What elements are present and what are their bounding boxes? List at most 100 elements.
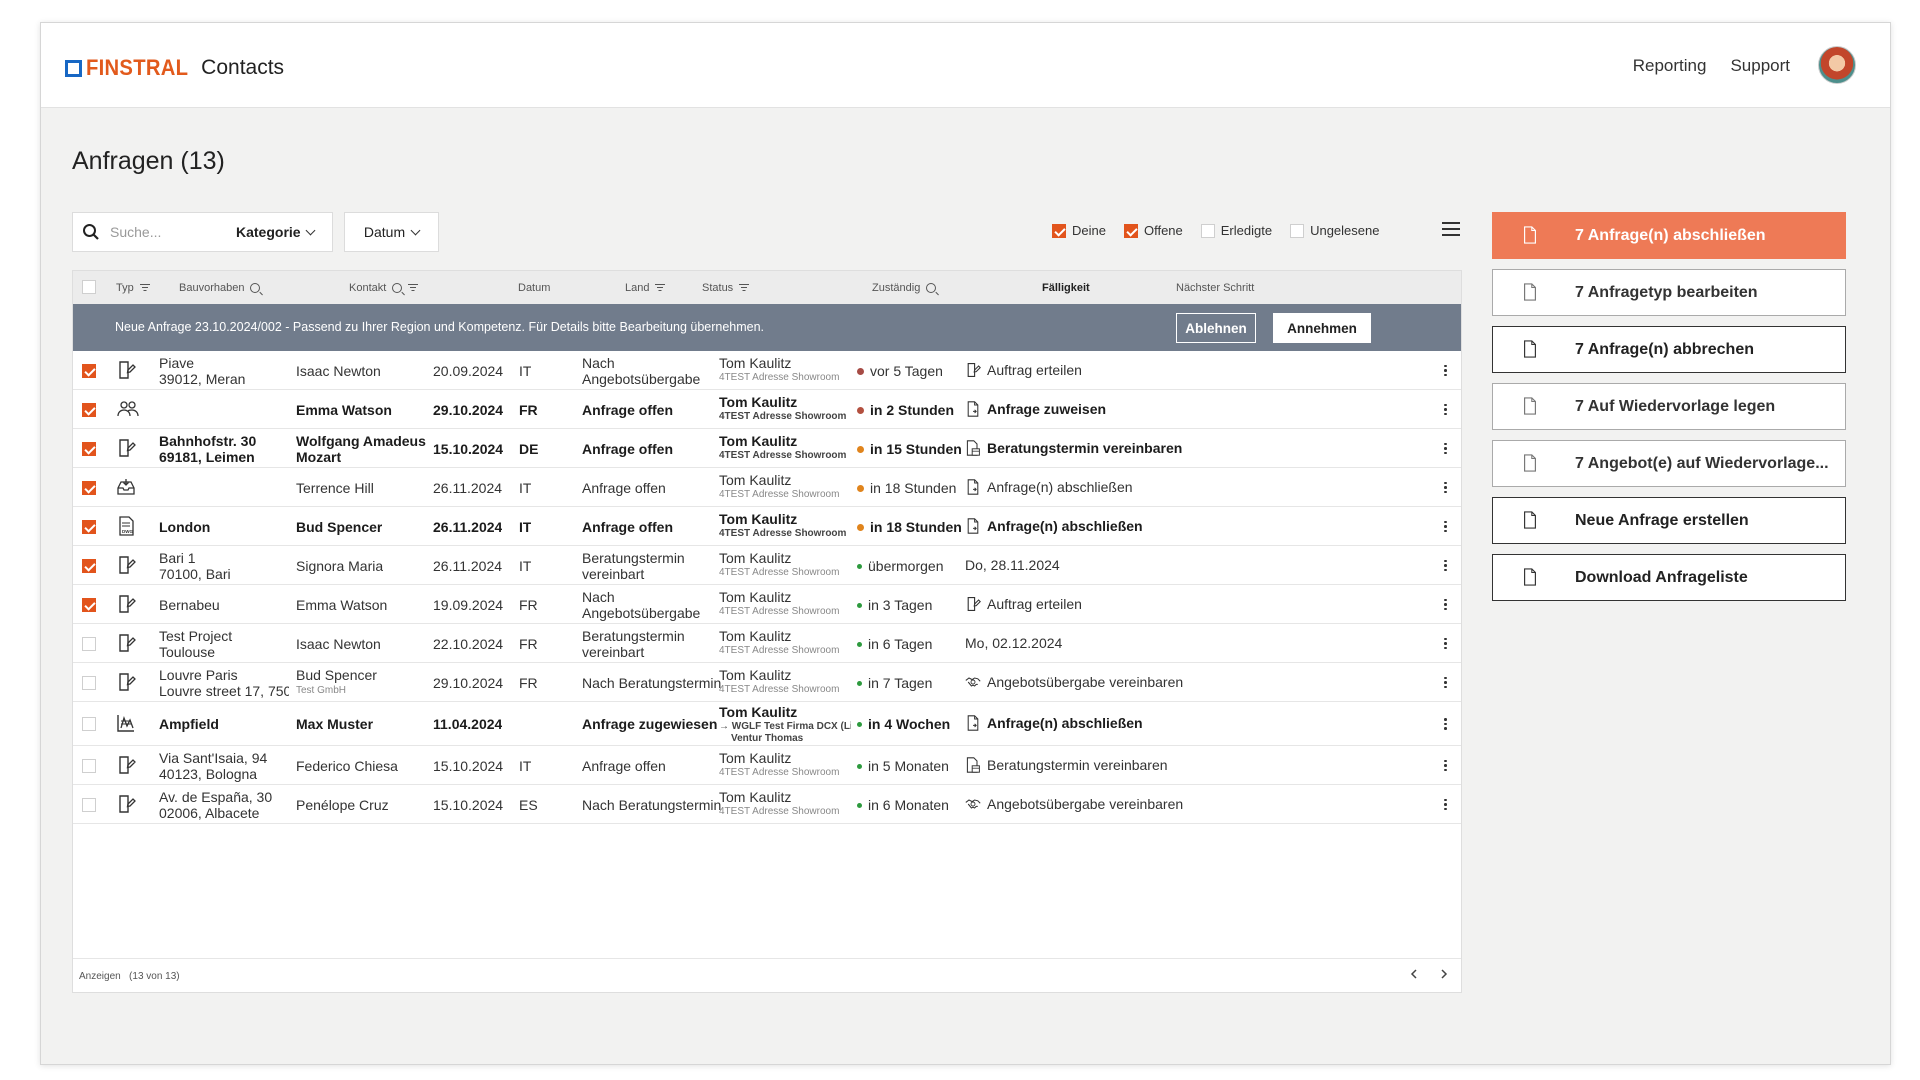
action-button-5[interactable]: 7 Angebot(e) auf Wiedervorlage... bbox=[1492, 440, 1846, 487]
table-row[interactable]: Emma Watson 29.10.2024 FR Anfrage offen Tom … bbox=[73, 390, 1461, 429]
next-step-cell[interactable]: Auftrag erteilen bbox=[965, 596, 1082, 612]
status-line2: vereinbart bbox=[582, 643, 645, 660]
due-status-dot bbox=[857, 367, 864, 375]
table-row[interactable]: Ampfield Max Muster 11.04.2024 Anfrage zuge… bbox=[73, 702, 1461, 746]
next-step-cell[interactable]: Anfrage(n) abschließen bbox=[965, 518, 1143, 534]
action-button-1[interactable]: 7 Anfrage(n) abschließen bbox=[1492, 212, 1846, 259]
table-row[interactable]: Av. de España, 30 02006, Albacete Penélope… bbox=[73, 785, 1461, 824]
col-status[interactable]: Status bbox=[702, 282, 750, 294]
table-row[interactable]: DWG London Bud Spencer 26.11.2024 IT Anfrage … bbox=[73, 507, 1461, 546]
doc-calendar-icon bbox=[965, 439, 981, 456]
more-options-icon[interactable] bbox=[1444, 403, 1447, 418]
next-step-cell[interactable]: Anfrage(n) abschließen bbox=[965, 715, 1143, 731]
more-options-icon[interactable] bbox=[1444, 481, 1447, 496]
more-options-icon[interactable] bbox=[1444, 598, 1447, 613]
filter-checkbox[interactable] bbox=[1052, 223, 1066, 238]
decline-button[interactable]: Ablehnen bbox=[1176, 313, 1256, 343]
next-step-cell[interactable]: Anfrage(n) abschließen bbox=[965, 479, 1133, 495]
col-faelligkeit[interactable]: Fälligkeit bbox=[1042, 282, 1090, 294]
date-cell: 19.09.2024 bbox=[433, 596, 504, 613]
action-button-7[interactable]: Download Anfrageliste bbox=[1492, 554, 1846, 601]
table-row[interactable]: Bernabeu Emma Watson 19.09.2024 FR Nach Angeb… bbox=[73, 585, 1461, 624]
more-options-icon[interactable] bbox=[1444, 442, 1447, 457]
search-input[interactable] bbox=[110, 224, 230, 240]
row-checkbox[interactable] bbox=[82, 441, 96, 456]
col-typ[interactable]: Typ bbox=[116, 282, 150, 294]
logo-mark bbox=[65, 59, 82, 77]
col-zustaendig[interactable]: Zuständig bbox=[872, 282, 937, 294]
filter-checkbox[interactable] bbox=[1290, 223, 1305, 238]
next-step-cell[interactable]: Anfrage zuweisen bbox=[965, 401, 1106, 417]
country-cell: DE bbox=[519, 440, 539, 457]
owner-cell: Tom Kaulitz 4TEST Adresse Showroom bbox=[719, 473, 851, 501]
select-all-checkbox[interactable] bbox=[82, 280, 96, 294]
row-checkbox[interactable] bbox=[82, 558, 96, 573]
col-bauvorhaben[interactable]: Bauvorhaben bbox=[179, 282, 261, 294]
owner-name: Tom Kaulitz bbox=[719, 789, 792, 805]
filter-checkbox[interactable] bbox=[1200, 223, 1215, 238]
row-checkbox[interactable] bbox=[82, 402, 96, 417]
more-options-icon[interactable] bbox=[1444, 798, 1447, 813]
row-checkbox[interactable] bbox=[82, 758, 96, 773]
row-checkbox[interactable] bbox=[82, 363, 96, 378]
row-checkbox[interactable] bbox=[82, 675, 96, 690]
next-step-cell[interactable]: Angebotsübergabe vereinbaren bbox=[965, 796, 1183, 812]
action-button-2[interactable]: 7 Anfragetyp bearbeiten bbox=[1492, 269, 1846, 316]
col-kontakt[interactable]: Kontakt bbox=[349, 282, 419, 294]
table-row[interactable]: Louvre Paris Louvre street 17, 750... Bud … bbox=[73, 663, 1461, 702]
next-step-cell[interactable]: Angebotsübergabe vereinbaren bbox=[965, 674, 1183, 690]
owner-location: 4TEST Adresse Showroom bbox=[719, 805, 840, 817]
country-cell: IT bbox=[519, 757, 532, 774]
next-step-cell[interactable]: Mo, 02.12.2024 bbox=[965, 635, 1062, 651]
action-button-3[interactable]: 7 Anfrage(n) abbrechen bbox=[1492, 326, 1846, 373]
next-step-cell[interactable]: Do, 28.11.2024 bbox=[965, 557, 1060, 573]
row-checkbox[interactable] bbox=[82, 636, 96, 651]
col-naechster-schritt[interactable]: Nächster Schritt bbox=[1176, 282, 1254, 294]
category-dropdown[interactable]: Kategorie bbox=[236, 224, 316, 240]
filter-offene[interactable]: Offene bbox=[1123, 223, 1183, 238]
more-options-icon[interactable] bbox=[1444, 759, 1447, 774]
nav-reporting[interactable]: Reporting bbox=[1633, 56, 1707, 76]
row-checkbox[interactable] bbox=[82, 519, 96, 534]
more-options-icon[interactable] bbox=[1444, 676, 1447, 691]
row-checkbox[interactable] bbox=[82, 717, 96, 731]
filter-erledigte[interactable]: Erledigte bbox=[1200, 223, 1272, 238]
row-count: Anzeigen (13 von 13) bbox=[79, 971, 180, 982]
more-options-icon[interactable] bbox=[1444, 637, 1447, 652]
nav-support[interactable]: Support bbox=[1730, 56, 1790, 76]
table-row[interactable]: Bahnhofstr. 30 69181, Leimen Wolfgang Amad… bbox=[73, 429, 1461, 468]
due-cell: in 6 Tagen bbox=[857, 636, 932, 652]
filter-deine[interactable]: Deine bbox=[1052, 223, 1106, 238]
filter-ungelesene[interactable]: Ungelesene bbox=[1290, 223, 1379, 238]
contact-cell: Bud Spencer Test GmbH bbox=[296, 667, 431, 699]
table-row[interactable]: Terrence Hill 26.11.2024 IT Anfrage offen To… bbox=[73, 468, 1461, 507]
table-row[interactable]: Via Sant'Isaia, 94 40123, Bologna Federico… bbox=[73, 746, 1461, 785]
filter-checkbox[interactable] bbox=[1123, 223, 1138, 238]
col-land[interactable]: Land bbox=[625, 282, 666, 294]
table-row[interactable]: Bari 1 70100, Bari Signora Maria 26.11.2024… bbox=[73, 546, 1461, 585]
row-checkbox[interactable] bbox=[82, 797, 96, 812]
finstral-logo[interactable]: FINSTRAL Contacts bbox=[65, 55, 284, 81]
next-step-cell[interactable]: Beratungstermin vereinbaren bbox=[965, 440, 1182, 456]
table-row[interactable]: Test Project Toulouse Isaac Newton 22.10.20… bbox=[73, 624, 1461, 663]
col-datum[interactable]: Datum bbox=[518, 282, 550, 294]
col-kontakt-label: Kontakt bbox=[349, 282, 387, 294]
more-options-icon[interactable] bbox=[1444, 559, 1447, 574]
date-dropdown[interactable]: Datum bbox=[344, 212, 439, 252]
next-step-cell[interactable]: Auftrag erteilen bbox=[965, 362, 1082, 378]
more-options-icon[interactable] bbox=[1444, 718, 1447, 732]
row-checkbox[interactable] bbox=[82, 480, 96, 495]
avatar[interactable] bbox=[1818, 46, 1856, 84]
next-step-cell[interactable]: Beratungstermin vereinbaren bbox=[965, 757, 1168, 773]
action-button-4[interactable]: 7 Auf Wiedervorlage legen bbox=[1492, 383, 1846, 430]
more-options-icon[interactable] bbox=[1444, 520, 1447, 535]
chevron-right-icon[interactable] bbox=[1439, 969, 1449, 979]
action-button-6[interactable]: Neue Anfrage erstellen bbox=[1492, 497, 1846, 544]
more-options-icon[interactable] bbox=[1444, 364, 1447, 379]
chevron-left-icon[interactable] bbox=[1409, 969, 1419, 979]
accept-button[interactable]: Annehmen bbox=[1273, 313, 1371, 343]
table-row[interactable]: Piave 39012, Meran Isaac Newton 20.09.2024 I… bbox=[73, 351, 1461, 390]
row-checkbox[interactable] bbox=[82, 597, 96, 612]
column-menu-icon[interactable] bbox=[1442, 222, 1460, 238]
requests-table: Typ Bauvorhaben Kontakt Datum Land Statu… bbox=[72, 270, 1462, 993]
